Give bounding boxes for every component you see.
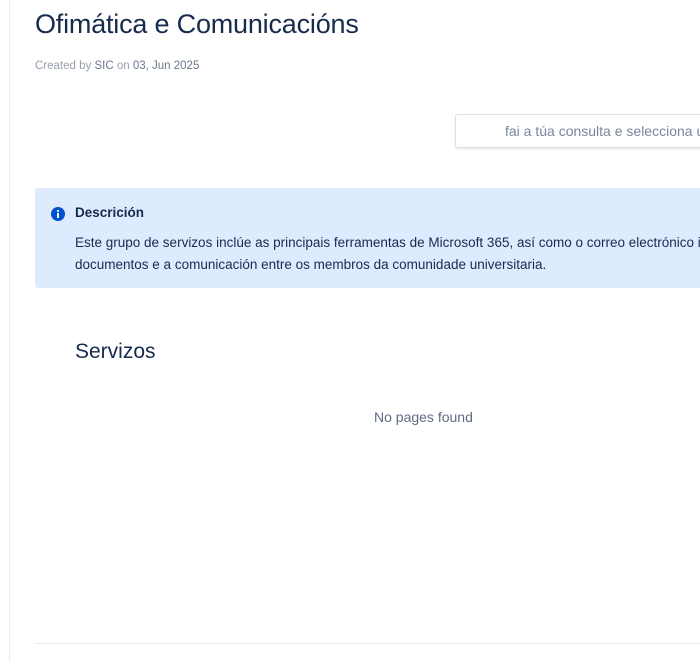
no-pages-message: No pages found — [374, 409, 473, 425]
services-heading: Servizos — [75, 340, 156, 363]
search-box[interactable] — [455, 114, 700, 148]
byline-date: 03, Jun 2025 — [132, 60, 200, 72]
page-byline: Created by SIC on 03, Jun 2025 — [35, 60, 199, 72]
page-title: Ofimática e Comunicacións — [35, 9, 359, 39]
description-panel: Descrición Este grupo de servizos inclúe… — [35, 188, 700, 288]
description-body: Este grupo de servizos inclúe as princip… — [75, 232, 700, 276]
footer-divider — [35, 643, 700, 644]
description-line-1: Este grupo de servizos inclúe as princip… — [75, 235, 700, 250]
description-title: Descrición — [75, 205, 145, 220]
byline-created-label: Created by — [35, 60, 92, 72]
byline-author-link[interactable]: SIC — [94, 60, 113, 72]
page: Ofimática e Comunicacións Created by SIC… — [0, 0, 700, 662]
byline-on-label: on — [116, 60, 130, 72]
description-line-2: documentos e a comunicación entre os mem… — [75, 257, 547, 272]
sidebar-divider — [9, 0, 10, 662]
info-icon — [51, 207, 65, 221]
search-input[interactable] — [456, 115, 700, 147]
